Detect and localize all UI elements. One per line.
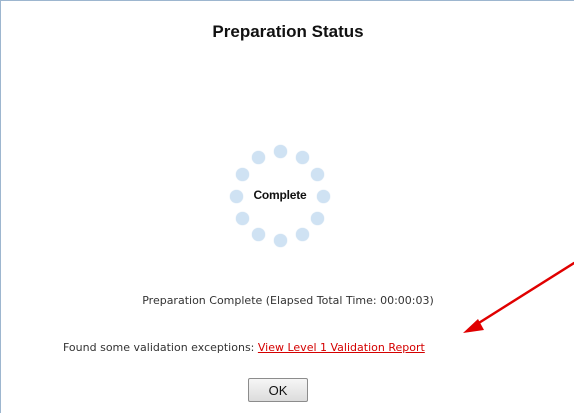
spinner-dot bbox=[252, 228, 265, 241]
spinner-dot bbox=[311, 168, 324, 181]
preparation-status-dialog: Preparation Status Complete Preparation … bbox=[0, 0, 574, 413]
spinner-dot bbox=[274, 234, 287, 247]
elapsed-time-text: Preparation Complete (Elapsed Total Time… bbox=[142, 294, 434, 307]
validation-exceptions-line: Found some validation exceptions: View L… bbox=[63, 341, 425, 354]
ok-button[interactable]: OK bbox=[248, 378, 308, 402]
spinner-dot bbox=[274, 145, 287, 158]
spinner-dot bbox=[296, 151, 309, 164]
progress-spinner: Complete bbox=[230, 145, 330, 251]
validation-report-link[interactable]: View Level 1 Validation Report bbox=[258, 341, 425, 354]
spinner-dot bbox=[311, 212, 324, 225]
validation-exceptions-text: Found some validation exceptions: bbox=[63, 341, 258, 354]
spinner-dot bbox=[296, 228, 309, 241]
dialog-title: Preparation Status bbox=[212, 22, 364, 41]
spinner-status-label: Complete bbox=[253, 188, 307, 202]
spinner-dot bbox=[252, 151, 265, 164]
spinner-dot bbox=[236, 168, 249, 181]
spinner-dot bbox=[236, 212, 249, 225]
